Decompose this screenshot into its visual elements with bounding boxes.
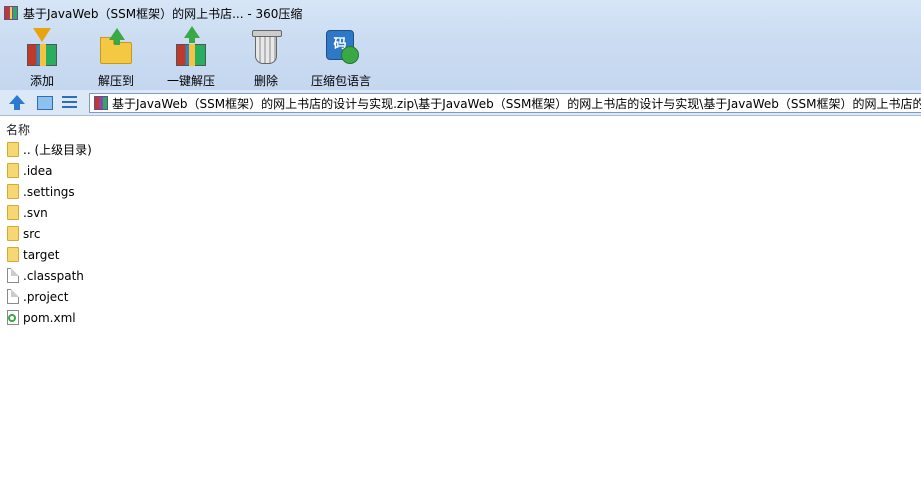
list-view-icon[interactable] <box>61 94 79 112</box>
xml-file-icon <box>7 310 19 325</box>
file-name: .svn <box>23 205 48 220</box>
file-name: .settings <box>23 184 75 199</box>
file-name: .. (上级目录) <box>23 143 92 157</box>
list-column-header: 名称 <box>0 117 921 137</box>
folder-icon <box>7 184 19 199</box>
column-name-header[interactable]: 名称 <box>6 121 30 138</box>
one-click-extract-button[interactable]: 一键解压 <box>163 26 219 89</box>
file-name: pom.xml <box>23 310 76 325</box>
file-name: target <box>23 247 60 262</box>
add-button-label: 添加 <box>29 74 54 88</box>
archive-language-icon: 码 <box>321 28 361 68</box>
folder-icon <box>7 142 19 157</box>
toolbar: 添加 解压到 一键解压 删除 码 压缩包语言 <box>0 26 921 89</box>
list-item[interactable]: .project <box>0 286 921 307</box>
folder-icon <box>7 247 19 262</box>
top-chrome: 基于JavaWeb（SSM框架）的网上书店... - 360压缩 添加 解压到 … <box>0 0 921 90</box>
list-item[interactable]: .settings <box>0 181 921 202</box>
list-item[interactable]: .svn <box>0 202 921 223</box>
file-list: .. (上级目录) .idea .settings .svn src targe… <box>0 139 921 328</box>
file-name: .idea <box>23 163 53 178</box>
file-name: .classpath <box>23 268 84 283</box>
add-archive-icon <box>22 28 62 68</box>
list-item[interactable]: target <box>0 244 921 265</box>
extract-to-icon <box>96 28 136 68</box>
archive-language-button[interactable]: 码 压缩包语言 <box>310 28 372 89</box>
file-icon <box>7 268 19 283</box>
file-icon <box>7 289 19 304</box>
list-item-parent-dir[interactable]: .. (上级目录) <box>0 139 921 160</box>
extract-to-button[interactable]: 解压到 <box>96 28 136 89</box>
one-click-extract-button-label: 一键解压 <box>166 74 215 88</box>
file-name: src <box>23 226 41 241</box>
delete-button[interactable]: 删除 <box>246 28 286 89</box>
list-item[interactable]: .classpath <box>0 265 921 286</box>
delete-button-label: 删除 <box>253 74 278 88</box>
archive-language-button-label: 压缩包语言 <box>310 74 371 88</box>
extract-to-button-label: 解压到 <box>97 74 134 88</box>
archive-app-icon <box>4 6 18 20</box>
address-bar[interactable]: 基于JavaWeb（SSM框架）的网上书店的设计与实现.zip\基于JavaWe… <box>89 93 921 113</box>
up-arrow-icon[interactable] <box>8 94 26 112</box>
title-bar: 基于JavaWeb（SSM框架）的网上书店... - 360压缩 <box>0 0 921 26</box>
address-path: 基于JavaWeb（SSM框架）的网上书店的设计与实现.zip\基于JavaWe… <box>112 96 921 111</box>
list-item[interactable]: .idea <box>0 160 921 181</box>
folder-icon <box>7 226 19 241</box>
add-button[interactable]: 添加 <box>22 28 62 89</box>
icon-view-icon[interactable] <box>36 94 54 112</box>
navigation-bar: 基于JavaWeb（SSM框架）的网上书店的设计与实现.zip\基于JavaWe… <box>0 90 921 116</box>
folder-icon <box>7 205 19 220</box>
trash-icon <box>246 28 286 68</box>
archive-path-icon <box>94 96 108 110</box>
file-name: .project <box>23 289 69 304</box>
one-click-extract-icon <box>171 26 211 68</box>
window-title: 基于JavaWeb（SSM框架）的网上书店... - 360压缩 <box>23 6 303 21</box>
list-item[interactable]: src <box>0 223 921 244</box>
list-item[interactable]: pom.xml <box>0 307 921 328</box>
folder-icon <box>7 163 19 178</box>
